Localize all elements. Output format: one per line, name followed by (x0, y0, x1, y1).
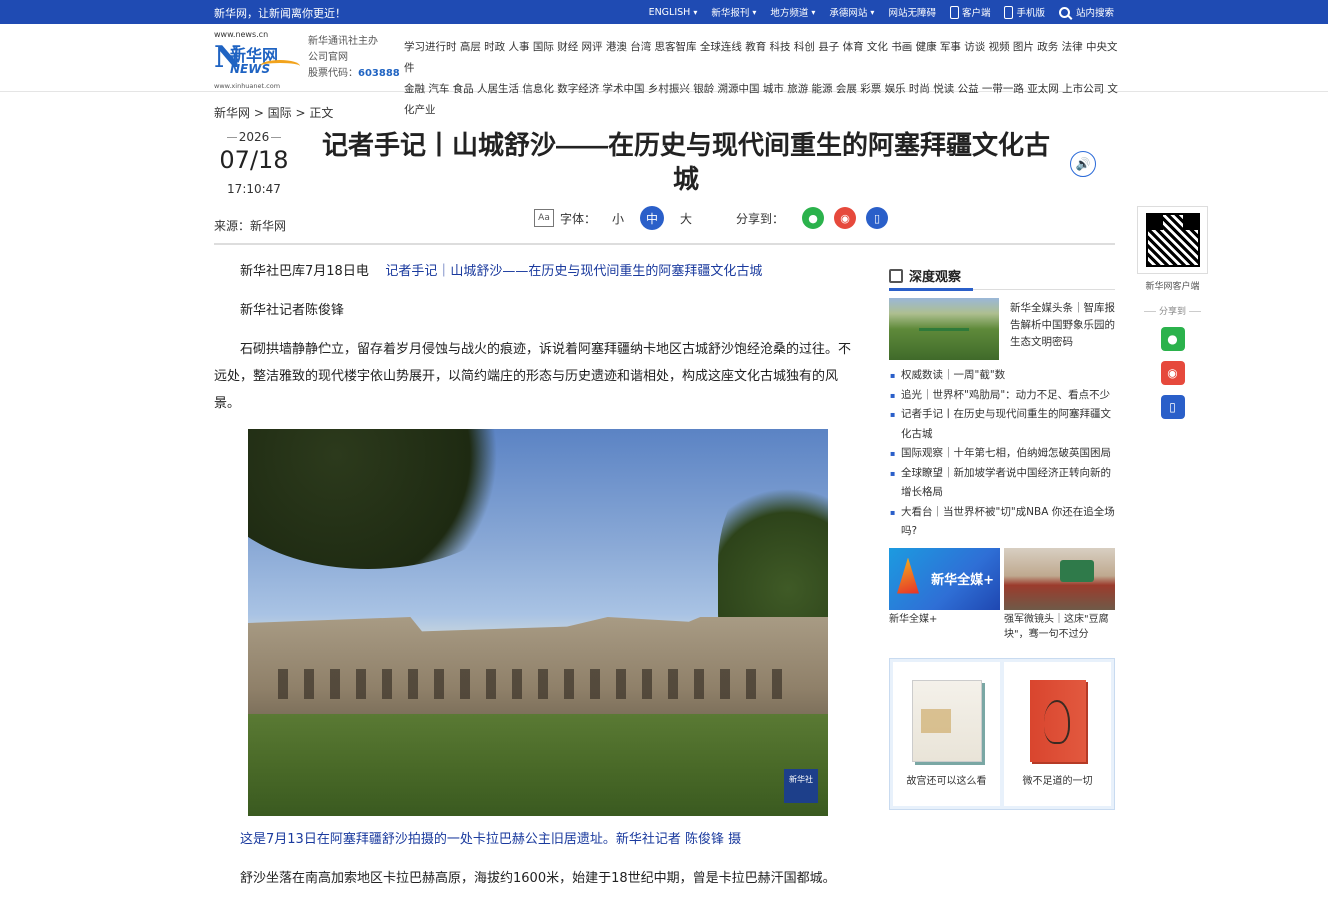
list-item[interactable]: 大看台｜当世界杯被"切"成NBA 你还在追全场吗? (889, 503, 1115, 542)
article-byline: 新华社记者陈俊锋 (240, 303, 345, 318)
audio-play-button[interactable]: 🔊 (1070, 151, 1096, 177)
list-item[interactable]: 记者手记丨在历史与现代间重生的阿塞拜疆文化古城 (889, 405, 1115, 444)
app-qr-box (1137, 206, 1208, 274)
top-bar: 新华网，让新闻离你更近！ ENGLISH ▾ 新华报刊 ▾ 地方频道 ▾ 承德网站 ▾ … (0, 0, 1328, 24)
article-toolbar: Aa 字体： 小 中 大 分享到： ● ◉ ▯ (534, 205, 889, 231)
top-nav: ENGLISH ▾ 新华报刊 ▾ 地方频道 ▾ 承德网站 ▾ 网站无障碍 客户端 手机版… (649, 0, 1114, 24)
font-small-button[interactable]: 小 (606, 206, 630, 230)
channel-row-2[interactable]: 金融 汽车 食品 人居生活 信息化 数字经济 学术中国 乡村振兴 银龄 溯源中国… (404, 79, 1120, 121)
article-photo[interactable]: 新华社 (248, 429, 828, 816)
publish-date: 2026 07/18 17:10:47 (214, 130, 294, 196)
breadcrumb[interactable]: 新华网 > 国际 > 正文 (214, 104, 333, 121)
publish-month-day: 07/18 (219, 146, 289, 174)
chevron-down-icon: ▾ (752, 7, 757, 17)
channel-nav[interactable]: 学习进行时 高层 时政 人事 国际 财经 网评 港澳 台湾 思客智库 全球连线 … (404, 37, 1120, 121)
feature-story[interactable]: 新华全媒头条｜智库报告解析中国野象乐园的生态文明密码 (889, 298, 1115, 360)
list-item[interactable]: 权威数读｜一周"截"数 (889, 366, 1115, 386)
nav-accessibility[interactable]: 网站无障碍 (888, 5, 936, 19)
xinhua-logo[interactable]: www.news.cn N 新华网 NEWS www.xinhuanet.com (214, 30, 300, 90)
nav-chengde-site[interactable]: 承德网站 ▾ (829, 5, 875, 20)
article-dateline: 新华社巴库7月18日电 记者手记｜山城舒沙——在历史与现代间重生的阿塞拜疆文化古… (240, 264, 763, 279)
qr-label: 新华网客户端 (1145, 282, 1200, 292)
promo-cards: 新华全媒+ 新华全媒+ 强军微镜头｜这床"豆腐块"，骞一句不过分 (889, 547, 1115, 642)
promo-card-allmedia[interactable]: 新华全媒+ 新华全媒+ (889, 547, 1000, 642)
weibo-icon[interactable]: ◉ (1160, 361, 1185, 385)
font-large-button[interactable]: 大 (674, 206, 698, 230)
mobile-share-icon[interactable]: ▯ (866, 207, 889, 229)
channel-row-1[interactable]: 学习进行时 高层 时政 人事 国际 财经 网评 港澳 台湾 思客智库 全球连线 … (404, 37, 1120, 79)
stock-code: 603888 (358, 68, 400, 79)
article-body: 新华社巴库7月18日电 记者手记｜山城舒沙——在历史与现代间重生的阿塞拜疆文化古… (214, 258, 862, 904)
phone-icon (949, 5, 959, 19)
chevron-down-icon: ▾ (870, 7, 875, 17)
site-header: www.news.cn N 新华网 NEWS www.xinhuanet.com… (0, 24, 1328, 116)
promo-card-military[interactable]: 强军微镜头｜这床"豆腐块"，骞一句不过分 (1004, 547, 1115, 642)
wechat-share-icon[interactable]: ● (802, 207, 825, 229)
search-icon (1058, 6, 1070, 18)
logo-swoosh (260, 60, 300, 72)
publish-year: 2026 (214, 130, 294, 144)
list-item[interactable]: 全球瞭望｜新加坡学者说中国经济正转向新的增长格局 (889, 464, 1115, 503)
sidebar-heading: 深度观察 (889, 262, 1115, 291)
article-paragraph: 石砌拱墙静静伫立，留存着岁月侵蚀与战火的痕迹，诉说着阿塞拜疆纳卡地区古城舒沙饱经… (214, 342, 852, 411)
nav-client-app[interactable]: 客户端 (949, 5, 990, 19)
mobile-icon (1004, 5, 1014, 19)
book-cover (911, 679, 982, 762)
publish-time: 17:10:47 (227, 182, 281, 196)
font-label: 字体： (560, 211, 597, 226)
share-label: 分享到： (736, 211, 785, 226)
book-card[interactable]: 故宫还可以这么看 (893, 661, 1000, 806)
xinhua-watermark: 新华社 (784, 769, 818, 803)
book-icon (889, 268, 903, 283)
list-item[interactable]: 国际观察｜十年第七相，伯纳姆怎破英国困局 (889, 444, 1115, 464)
article-title: 记者手记丨山城舒沙——在历史与现代间重生的阿塞拜疆文化古城 (321, 130, 1050, 194)
nav-english[interactable]: ENGLISH ▾ (649, 7, 698, 18)
list-item[interactable]: 追光｜世界杯"鸡肋局"：动力不足、看点不少 (889, 386, 1115, 406)
company-info: 新华通讯社主办 公司官网 股票代码：603888 (308, 36, 400, 79)
weibo-share-icon[interactable]: ◉ (834, 207, 857, 229)
book-cover (1029, 679, 1086, 762)
floating-share: 分享到 ● ◉ ▯ (1137, 304, 1208, 419)
article-paragraph: 舒沙坐落在南高加索地区卡拉巴赫高原，海拔约1600米，始建于18世纪中期，曾是卡… (240, 871, 836, 886)
font-size-icon: Aa (534, 209, 554, 227)
nav-mobile[interactable]: 手机版 (1004, 5, 1045, 19)
font-medium-button[interactable]: 中 (640, 206, 665, 230)
site-slogan: 新华网，让新闻离你更近！ (214, 7, 346, 20)
article-lead-link[interactable]: 记者手记｜山城舒沙——在历史与现代间重生的阿塞拜疆文化古城 (385, 264, 762, 279)
photo-caption: 这是7月13日在阿塞拜疆舒沙拍摄的一处卡拉巴赫公主旧居遗址。新华社记者 陈俊锋 … (240, 832, 742, 847)
title-divider (214, 243, 1115, 245)
nav-site-search[interactable]: 站内搜索 (1058, 5, 1114, 19)
book-card[interactable]: 微不足道的一切 (1004, 661, 1111, 806)
qr-code (1145, 213, 1200, 267)
article-source: 来源：新华网 (214, 219, 287, 233)
mobile-icon[interactable]: ▯ (1160, 395, 1185, 419)
sidebar: 深度观察 新华全媒头条｜智库报告解析中国野象乐园的生态文明密码 权威数读｜一周"… (889, 262, 1115, 810)
chevron-down-icon: ▾ (693, 7, 698, 17)
nav-newspapers[interactable]: 新华报刊 ▾ (711, 5, 757, 20)
news-list: 权威数读｜一周"截"数 追光｜世界杯"鸡肋局"：动力不足、看点不少 记者手记丨在… (889, 366, 1115, 542)
wechat-icon[interactable]: ● (1160, 327, 1185, 351)
xinhua-allmedia-logo (897, 557, 919, 594)
nav-local-channels[interactable]: 地方频道 ▾ (770, 5, 816, 20)
feature-thumbnail (889, 298, 999, 360)
book-recommendations: 故宫还可以这么看 微不足道的一切 (889, 657, 1115, 810)
speaker-icon: 🔊 (1075, 157, 1091, 171)
chevron-down-icon: ▾ (811, 7, 816, 17)
